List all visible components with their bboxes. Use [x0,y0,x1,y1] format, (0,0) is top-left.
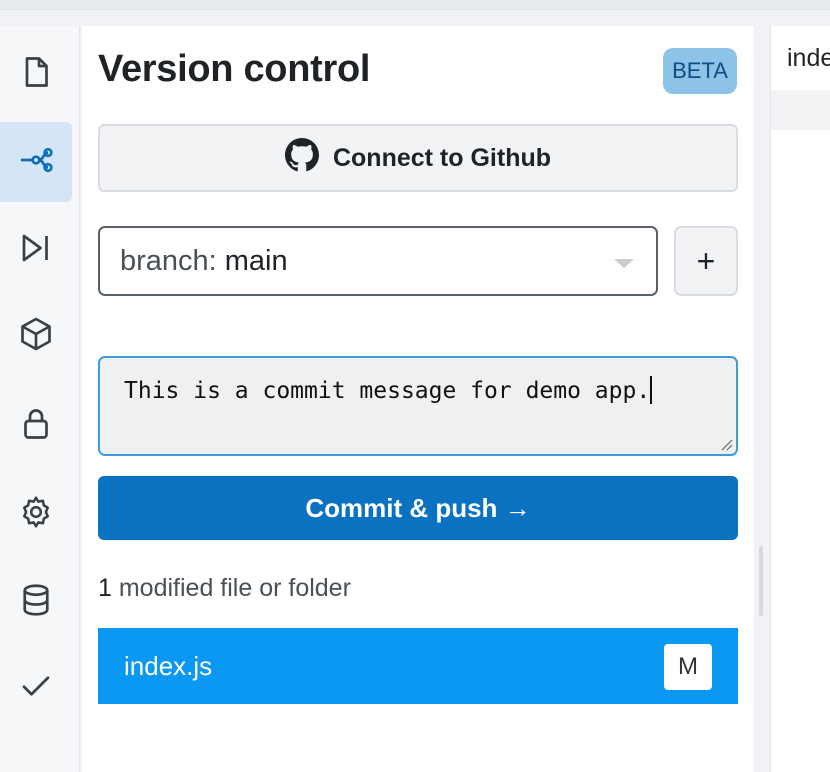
add-branch-button[interactable]: + [674,226,738,296]
package-icon [18,316,54,357]
commit-message-input[interactable]: This is a commit message for demo app. [98,356,738,456]
branch-select-value: main [224,244,288,277]
chevron-down-icon [614,259,634,268]
drag-handle[interactable] [759,546,763,616]
file-name: index.js [124,650,213,681]
sidebar-item-database[interactable] [0,562,72,642]
sidebar-item-secrets[interactable] [0,386,72,466]
modified-text: modified file or folder [118,574,351,602]
status-badge: M [664,644,712,690]
check-icon [18,668,54,709]
text-cursor [650,376,653,404]
page-title: Version control [98,48,371,90]
resize-handle-icon[interactable] [717,435,733,451]
list-item[interactable]: index.js M [98,628,738,704]
sidebar-rail [0,26,80,772]
modified-summary: 1 modified file or folder [98,574,351,603]
sidebar-item-version-control[interactable] [0,122,72,202]
sidebar-item-packages[interactable] [0,296,72,376]
sidebar-item-run[interactable] [0,210,72,290]
branch-select[interactable]: branch: main [98,226,658,296]
connect-github-label: Connect to Github [332,143,552,172]
beta-badge: BETA [663,48,737,94]
sidebar-item-files[interactable] [0,34,72,114]
editor-pane: index.js [770,26,830,772]
commit-message-text: This is a commit message for demo app. [124,378,651,404]
sidebar-item-settings[interactable] [0,474,72,554]
commit-push-button[interactable]: Commit & push → [98,476,738,540]
database-icon [18,582,54,623]
file-icon [18,54,54,95]
tab-index-js[interactable]: index.js [771,26,830,90]
run-icon [18,230,54,271]
connect-github-button[interactable]: Connect to Github [98,124,738,192]
modified-count: 1 [98,574,112,602]
gear-icon [18,494,54,535]
lock-icon [18,406,54,447]
branch-select-label: branch: [120,244,217,277]
version-control-icon [18,142,54,183]
top-strip [0,0,830,10]
github-icon [284,137,319,179]
version-control-panel: Version control BETA Connect to Github b… [82,26,754,772]
editor-toolbar [771,90,830,130]
sidebar-item-tests[interactable] [0,648,72,728]
panel-divider[interactable] [754,26,770,772]
